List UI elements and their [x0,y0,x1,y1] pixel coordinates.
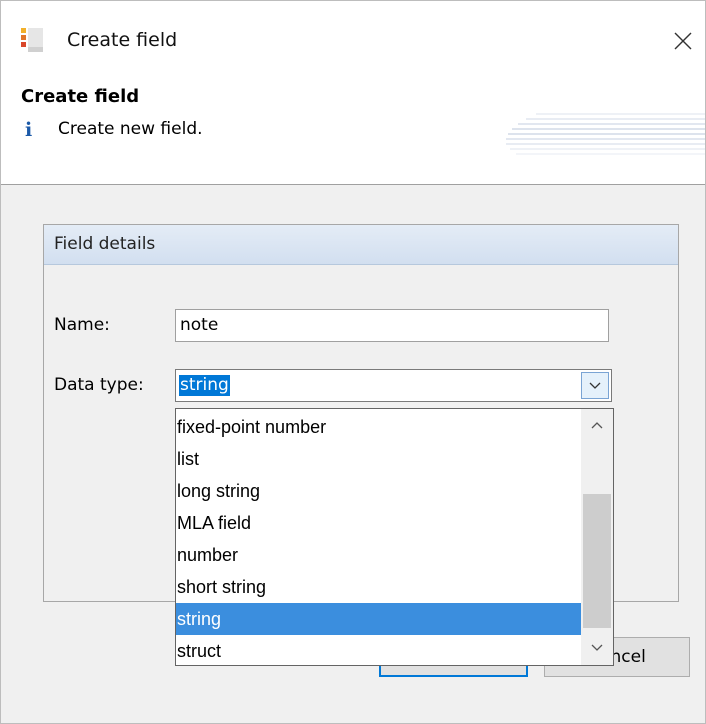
scroll-up-icon[interactable] [581,409,613,443]
scrollbar-thumb[interactable] [583,494,611,628]
dropdown-option[interactable]: long string [176,475,581,507]
data-type-dropdown-list: fixed-point number list long string MLA … [175,408,614,666]
data-type-label: Data type: [54,375,144,395]
name-label: Name: [54,315,110,335]
banner-title: Create field [21,86,140,107]
info-icon: i [25,119,33,141]
close-icon[interactable] [665,21,699,61]
banner-decoration [506,113,705,155]
window-title: Create field [67,29,178,51]
dropdown-button[interactable] [581,372,609,399]
name-input[interactable]: note [175,309,609,342]
dropdown-option[interactable]: list [176,443,581,475]
dropdown-option[interactable]: number [176,539,581,571]
data-type-value: string [179,375,230,396]
dropdown-option[interactable]: short string [176,571,581,603]
dropdown-option[interactable]: struct [176,635,581,665]
dropdown-option[interactable]: string [176,603,581,635]
group-title: Field details [44,225,678,265]
header-banner: Create field i Create new field. [1,81,705,185]
dropdown-option[interactable]: fixed-point number [176,411,581,443]
scroll-down-icon[interactable] [581,631,613,665]
title-bar: Create field [1,1,705,81]
chevron-down-icon [589,382,601,389]
banner-message: Create new field. [58,119,203,139]
dropdown-scrollbar[interactable] [581,409,613,665]
dropdown-option[interactable]: MLA field [176,507,581,539]
create-field-dialog: Create field Create field i Create new f… [0,0,706,724]
table-app-icon [21,28,43,52]
data-type-select[interactable]: string [175,369,612,402]
